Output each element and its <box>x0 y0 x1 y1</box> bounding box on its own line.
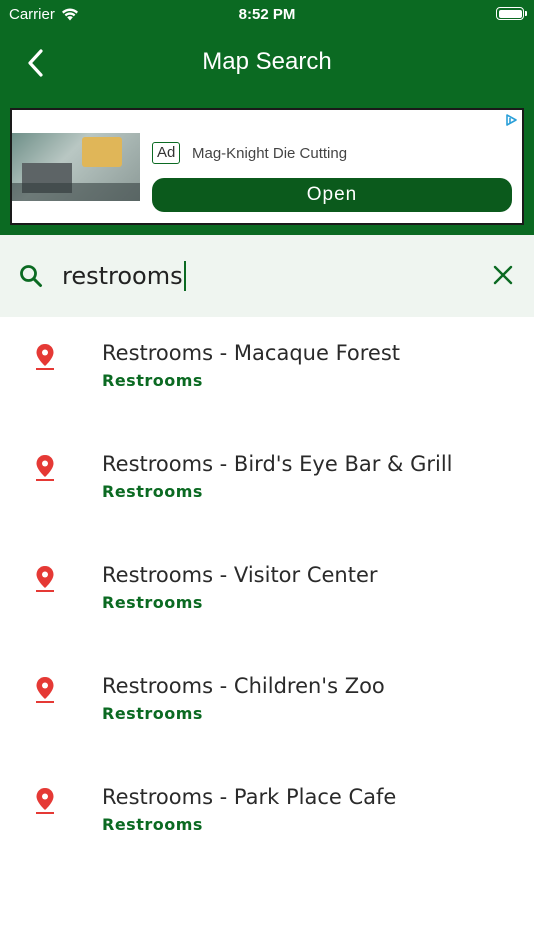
results-list: Restrooms - Macaque Forest Restrooms Res… <box>0 317 534 872</box>
result-title: Restrooms - Macaque Forest <box>102 341 401 365</box>
result-title: Restrooms - Park Place Cafe <box>102 785 397 809</box>
close-icon <box>493 265 513 285</box>
battery-icon <box>496 7 527 20</box>
search-icon <box>20 265 42 287</box>
list-item[interactable]: Restrooms - Visitor Center Restrooms <box>0 539 534 650</box>
location-pin-icon <box>36 455 54 481</box>
result-category: Restrooms <box>102 704 203 723</box>
ad-badge: Ad <box>152 142 181 164</box>
status-bar: Carrier 8:52 PM <box>0 0 534 28</box>
result-category: Restrooms <box>102 815 203 834</box>
search-input[interactable]: restrooms <box>62 257 462 295</box>
ad-open-button[interactable]: Open <box>152 178 512 212</box>
list-item[interactable]: Restrooms - Children's Zoo Restrooms <box>0 650 534 761</box>
search-query: restrooms <box>62 262 183 290</box>
search-bar: restrooms <box>0 235 534 317</box>
adchoices-icon[interactable] <box>504 113 518 127</box>
result-title: Restrooms - Children's Zoo <box>102 674 385 698</box>
list-item[interactable]: Restrooms - Park Place Cafe Restrooms <box>0 761 534 872</box>
result-title: Restrooms - Visitor Center <box>102 563 378 587</box>
location-pin-icon <box>36 677 54 703</box>
result-category: Restrooms <box>102 593 203 612</box>
status-time: 8:52 PM <box>238 6 296 23</box>
nav-bar: Map Search <box>0 28 534 98</box>
clear-search-button[interactable] <box>492 264 514 291</box>
ad-banner[interactable]: Ad Mag-Knight Die Cutting Open <box>10 108 524 225</box>
ad-image[interactable] <box>12 133 140 201</box>
header: Carrier 8:52 PM Map Search Ad Mag-Knight… <box>0 0 534 235</box>
list-item[interactable]: Restrooms - Bird's Eye Bar & Grill Restr… <box>0 428 534 539</box>
result-category: Restrooms <box>102 371 203 390</box>
result-title: Restrooms - Bird's Eye Bar & Grill <box>102 452 453 476</box>
location-pin-icon <box>36 788 54 814</box>
result-category: Restrooms <box>102 482 203 501</box>
text-caret <box>183 261 186 291</box>
page-title: Map Search <box>202 48 332 75</box>
location-pin-icon <box>36 344 54 370</box>
list-item[interactable]: Restrooms - Macaque Forest Restrooms <box>0 317 534 428</box>
location-pin-icon <box>36 566 54 592</box>
ad-advertiser: Mag-Knight Die Cutting <box>192 145 348 162</box>
